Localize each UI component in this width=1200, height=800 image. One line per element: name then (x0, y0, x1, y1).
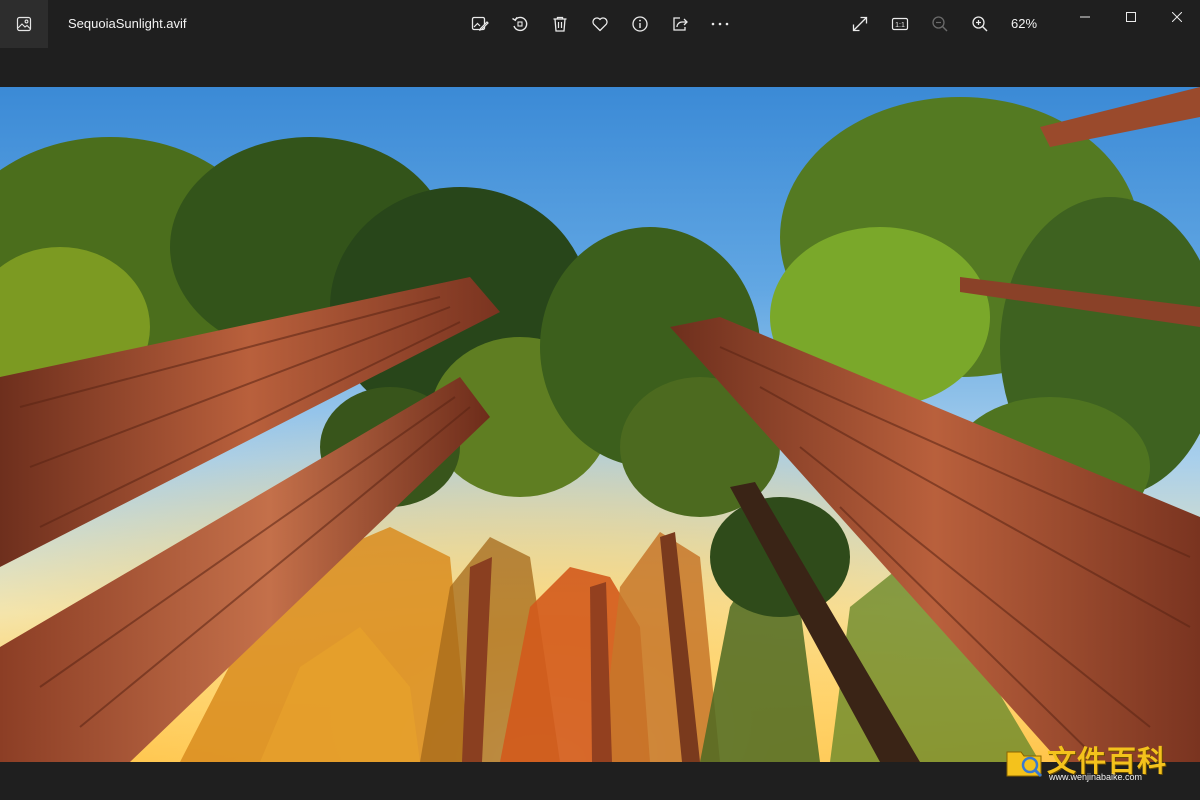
watermark: 文件百科 www.wenjinabaike.com (1005, 738, 1195, 786)
zoom-in-icon (972, 16, 988, 32)
zoom-in-button[interactable] (960, 0, 1000, 48)
window-controls (1062, 0, 1200, 34)
zoom-level[interactable]: 62% (1000, 0, 1048, 48)
view-toolbar: 1:1 62% (840, 0, 1048, 48)
info-icon (632, 16, 648, 32)
edit-image-button[interactable] (460, 0, 500, 48)
maximize-button[interactable] (1108, 0, 1154, 34)
actual-size-button[interactable]: 1:1 (880, 0, 920, 48)
minimize-icon (1080, 16, 1090, 18)
share-button[interactable] (660, 0, 700, 48)
fullscreen-icon (852, 16, 868, 32)
watermark-url: www.wenjinabaike.com (1049, 772, 1143, 782)
actual-size-icon: 1:1 (891, 17, 909, 31)
title-bar: SequoiaSunlight.avif 1:1 62% (0, 0, 1200, 48)
close-button[interactable] (1154, 0, 1200, 34)
more-options-icon (711, 22, 729, 26)
photos-app-icon (16, 16, 32, 32)
app-menu-button[interactable] (0, 0, 48, 48)
maximize-icon (1126, 12, 1136, 22)
file-name: SequoiaSunlight.avif (68, 16, 187, 31)
rotate-icon (512, 16, 528, 32)
more-options-button[interactable] (700, 0, 740, 48)
info-button[interactable] (620, 0, 660, 48)
sequoia-photo (0, 87, 1200, 762)
zoom-out-button[interactable] (920, 0, 960, 48)
share-icon (673, 17, 688, 31)
fullscreen-button[interactable] (840, 0, 880, 48)
minimize-button[interactable] (1062, 0, 1108, 34)
zoom-out-icon (932, 16, 948, 32)
delete-icon (553, 16, 567, 32)
watermark-logo-icon (1006, 751, 1043, 778)
rotate-button[interactable] (500, 0, 540, 48)
delete-button[interactable] (540, 0, 580, 48)
main-toolbar (460, 0, 740, 48)
actual-size-label: 1:1 (895, 22, 905, 29)
close-icon (1172, 12, 1182, 22)
favorite-heart-icon (592, 17, 608, 32)
edit-image-icon (471, 16, 489, 31)
photos-app-window: SequoiaSunlight.avif 1:1 62% 文件百科 www.we… (0, 0, 1200, 800)
favorite-button[interactable] (580, 0, 620, 48)
image-canvas[interactable] (0, 87, 1200, 762)
